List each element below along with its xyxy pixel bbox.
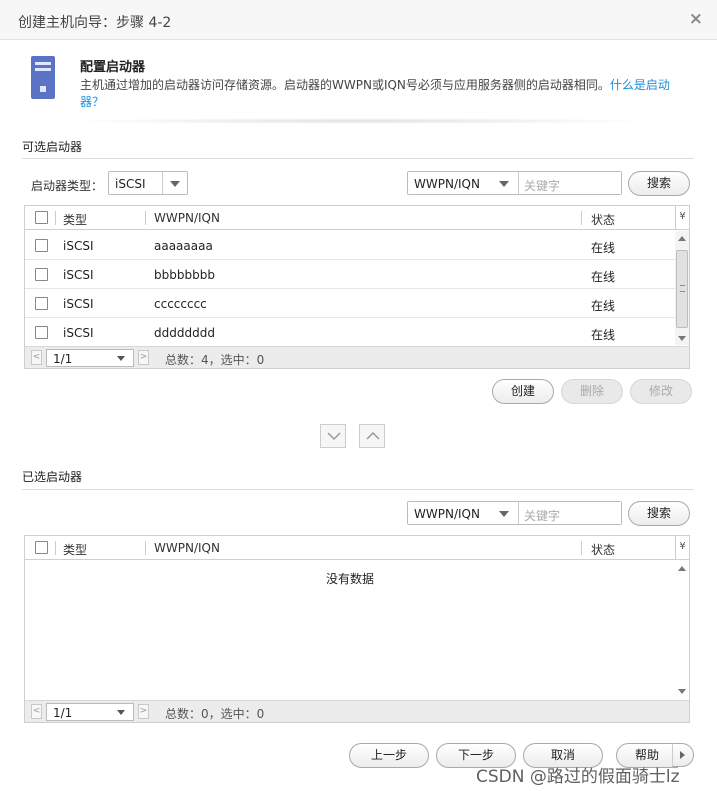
column-header-type[interactable]: 类型 <box>63 541 87 558</box>
scroll-up-icon[interactable] <box>678 566 686 571</box>
column-menu-icon[interactable]: ¥ <box>675 206 689 229</box>
row-wwpn: bbbbbbbb <box>154 268 215 282</box>
row-type: iSCSI <box>63 297 94 311</box>
available-keyword-placeholder: 关键字 <box>524 179 561 193</box>
column-header-wwpn[interactable]: WWPN/IQN <box>154 541 220 555</box>
selected-search-field-value: WWPN/IQN <box>414 507 480 521</box>
watermark: CSDN @路过的假面骑士lz <box>476 767 680 787</box>
chevron-down-icon <box>327 432 341 441</box>
available-search-field-value: WWPN/IQN <box>414 177 480 191</box>
table-row[interactable]: iSCSI aaaaaaaa 在线 <box>25 231 675 260</box>
chevron-up-icon <box>366 431 380 440</box>
table-row[interactable]: iSCSI bbbbbbbb 在线 <box>25 260 675 289</box>
close-icon[interactable]: × <box>689 9 703 29</box>
row-wwpn: aaaaaaaa <box>154 239 213 253</box>
selected-total: 总数：0，选中：0 <box>165 707 265 721</box>
step-description-text: 主机通过增加的启动器访问存储资源。启动器的WWPN或IQN号必须与应用服务器侧的… <box>80 78 610 92</box>
selected-section-title: 已选启动器 <box>22 470 83 484</box>
header-divider <box>60 118 660 124</box>
column-header-status[interactable]: 状态 <box>591 211 615 228</box>
selected-search-button[interactable]: 搜索 <box>628 501 690 526</box>
chevron-down-icon <box>499 511 509 517</box>
grid-header: 类型 WWPN/IQN 状态 ¥ <box>25 206 689 230</box>
page-value: 1/1 <box>53 352 73 366</box>
create-button[interactable]: 创建 <box>492 379 554 404</box>
scroll-thumb[interactable] <box>676 250 688 328</box>
column-menu-icon[interactable]: ¥ <box>675 536 689 559</box>
grid-header: 类型 WWPN/IQN 状态 ¥ <box>25 536 689 560</box>
selected-search-field-select[interactable]: WWPN/IQN 关键字 <box>407 501 622 525</box>
initiator-type-label: 启动器类型： <box>31 179 104 193</box>
initiator-type-value: iSCSI <box>115 177 146 191</box>
next-page-icon[interactable]: > <box>138 350 149 365</box>
scroll-up-icon[interactable] <box>678 236 686 241</box>
table-row[interactable]: iSCSI cccccccc 在线 <box>25 289 675 318</box>
column-header-type[interactable]: 类型 <box>63 211 87 228</box>
available-search-field-select[interactable]: WWPN/IQN 关键字 <box>407 171 622 195</box>
chevron-down-icon <box>117 710 125 715</box>
select-all-checkbox[interactable] <box>35 211 48 224</box>
delete-button[interactable]: 删除 <box>561 379 623 404</box>
selected-pager: < 1/1 > 总数：0，选中：0 <box>25 700 689 722</box>
next-page-icon[interactable]: > <box>138 704 149 719</box>
row-checkbox[interactable] <box>35 326 48 339</box>
prev-step-button[interactable]: 上一步 <box>349 743 429 768</box>
available-initiators-grid: 类型 WWPN/IQN 状态 ¥ iSCSI aaaaaaaa 在线 iSCSI… <box>24 205 690 369</box>
section-divider <box>22 489 694 490</box>
dialog-title: 创建主机向导：步骤 4-2 <box>18 15 172 31</box>
page-value: 1/1 <box>53 706 73 720</box>
server-icon <box>31 56 55 99</box>
selected-keyword-input[interactable]: 关键字 <box>519 502 621 524</box>
row-type: iSCSI <box>63 239 94 253</box>
prev-page-icon[interactable]: < <box>31 350 42 365</box>
modify-button[interactable]: 修改 <box>630 379 692 404</box>
column-header-status[interactable]: 状态 <box>591 541 615 558</box>
row-type: iSCSI <box>63 268 94 282</box>
select-all-checkbox[interactable] <box>35 541 48 554</box>
row-status: 在线 <box>591 241 616 255</box>
step-header: 配置启动器 主机通过增加的启动器访问存储资源。启动器的WWPN或IQN号必须与应… <box>0 41 717 123</box>
available-keyword-input[interactable]: 关键字 <box>519 172 621 194</box>
page-select[interactable]: 1/1 <box>46 703 134 721</box>
row-wwpn: dddddddd <box>154 326 215 340</box>
vertical-scrollbar[interactable] <box>675 231 689 345</box>
empty-state-text: 没有数据 <box>325 572 374 586</box>
chevron-down-icon <box>170 181 180 187</box>
available-section-title: 可选启动器 <box>22 140 83 154</box>
row-status: 在线 <box>591 328 616 342</box>
dialog-titlebar: 创建主机向导：步骤 4-2 × <box>0 0 717 40</box>
page-select[interactable]: 1/1 <box>46 349 134 367</box>
row-checkbox[interactable] <box>35 239 48 252</box>
section-divider <box>22 158 694 159</box>
column-header-wwpn[interactable]: WWPN/IQN <box>154 211 220 225</box>
initiator-type-select[interactable]: iSCSI <box>108 171 188 195</box>
row-type: iSCSI <box>63 326 94 340</box>
row-checkbox[interactable] <box>35 297 48 310</box>
available-total: 总数：4，选中：0 <box>165 353 265 367</box>
available-search-button[interactable]: 搜索 <box>628 171 690 196</box>
row-status: 在线 <box>591 299 616 313</box>
step-title: 配置启动器 <box>80 60 146 75</box>
row-checkbox[interactable] <box>35 268 48 281</box>
chevron-down-icon <box>117 356 125 361</box>
selected-initiators-grid: 类型 WWPN/IQN 状态 ¥ 没有数据 < 1/1 > 总数：0，选中：0 <box>24 535 690 723</box>
prev-page-icon[interactable]: < <box>31 704 42 719</box>
move-down-button[interactable] <box>320 424 346 448</box>
row-status: 在线 <box>591 270 616 284</box>
scroll-down-icon[interactable] <box>678 689 686 694</box>
row-wwpn: cccccccc <box>154 297 207 311</box>
table-row[interactable]: iSCSI dddddddd 在线 <box>25 318 675 347</box>
scroll-down-icon[interactable] <box>678 336 686 341</box>
selected-keyword-placeholder: 关键字 <box>524 509 561 523</box>
step-description: 主机通过增加的启动器访问存储资源。启动器的WWPN或IQN号必须与应用服务器侧的… <box>80 77 680 111</box>
available-pager: < 1/1 > 总数：4，选中：0 <box>25 346 689 368</box>
chevron-down-icon <box>499 181 509 187</box>
vertical-scrollbar[interactable] <box>675 561 689 699</box>
move-up-button[interactable] <box>359 424 385 448</box>
